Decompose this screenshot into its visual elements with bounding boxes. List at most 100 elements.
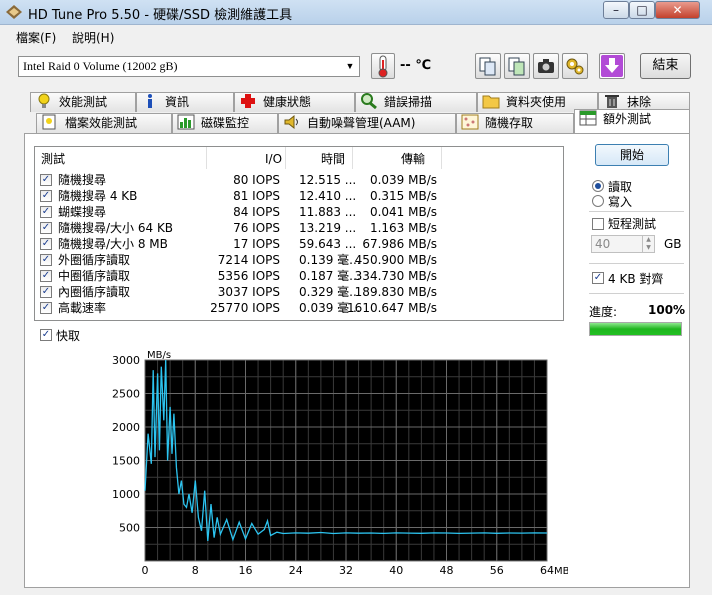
- menu-file[interactable]: 檔案(F): [16, 29, 56, 46]
- short-test-size-value: 40: [595, 237, 611, 251]
- x-tick-label: 16: [239, 564, 253, 577]
- table-icon: [579, 110, 597, 126]
- checkmark-icon: ✓: [40, 329, 52, 341]
- y-tick-label: 1000: [112, 488, 140, 501]
- table-row[interactable]: ✓ 隨機搜尋/大小 8 MB 17 IOPS 59.643 ... 67.986 MB/…: [35, 236, 563, 252]
- cell-time: 13.219 ...: [299, 221, 357, 235]
- tab-random-access[interactable]: 隨機存取: [456, 113, 574, 133]
- table-row[interactable]: ✓ 外圈循序讀取 7214 IOPS 0.139 毫... 450.900 MB/s: [35, 252, 563, 268]
- tab-label: 磁碟監控: [201, 116, 250, 130]
- copy-icon: [479, 57, 496, 76]
- spin-arrows-icon[interactable]: ▲ ▼: [642, 236, 654, 252]
- row-checkbox[interactable]: ✓: [40, 302, 52, 314]
- cell-io: 3037 IOPS: [217, 285, 280, 299]
- row-checkbox[interactable]: ✓: [40, 190, 52, 202]
- progress-label: 進度:: [589, 305, 618, 319]
- options-button[interactable]: [562, 53, 588, 79]
- tab-label: 錯誤掃描: [384, 95, 433, 109]
- tab-label: 資訊: [165, 95, 190, 109]
- row-checkbox[interactable]: ✓: [40, 174, 52, 186]
- cell-io: 17 IOPS: [233, 237, 280, 251]
- short-test-size-input[interactable]: 40 ▲ ▼: [591, 235, 655, 253]
- short-test-unit: GB: [664, 237, 682, 251]
- copy-green-icon: [508, 57, 525, 76]
- row-checkbox[interactable]: ✓: [40, 206, 52, 218]
- tab-extra-tests[interactable]: 額外測試: [574, 109, 690, 133]
- table-row[interactable]: ✓ 蝴蝶搜尋 84 IOPS 11.883 ... 0.041 MB/s: [35, 204, 563, 220]
- row-checkbox[interactable]: ✓: [40, 270, 52, 282]
- cell-io: 81 IOPS: [233, 189, 280, 203]
- tab-benchmark[interactable]: 效能測試: [30, 92, 136, 112]
- cell-time: 12.515 ...: [299, 173, 357, 187]
- x-tick-label: 40: [389, 564, 403, 577]
- table-row[interactable]: ✓ 隨機搜尋 80 IOPS 12.515 ... 0.039 MB/s: [35, 172, 563, 188]
- menu-help[interactable]: 說明(H): [72, 29, 114, 46]
- window-title: HD Tune Pro 5.50 - 硬碟/SSD 檢測維護工具: [28, 8, 293, 23]
- cell-time: 0.139 毫...: [299, 253, 361, 267]
- exit-button[interactable]: 結束: [640, 53, 691, 79]
- copy-info-button[interactable]: [475, 53, 501, 79]
- tab-aam[interactable]: 自動噪聲管理(AAM): [278, 113, 456, 133]
- row-checkbox[interactable]: ✓: [40, 222, 52, 234]
- cell-test-name: 隨機搜尋: [58, 173, 107, 187]
- align-4kb-checkbox[interactable]: ✓: [592, 272, 604, 284]
- column-divider: [206, 147, 207, 169]
- progress-value: 100%: [648, 303, 686, 317]
- maximize-button[interactable]: □: [629, 1, 655, 19]
- table-row[interactable]: ✓ 內圈循序讀取 3037 IOPS 0.329 毫... 189.830 MB/s: [35, 284, 563, 300]
- cell-time: 12.410 ...: [299, 189, 357, 203]
- cell-test-name: 高載速率: [58, 301, 107, 315]
- column-header-io[interactable]: I/O: [265, 149, 282, 169]
- read-radio[interactable]: [592, 180, 604, 192]
- y-tick-label: 2500: [112, 388, 140, 401]
- cell-transfer: 189.830 MB/s: [354, 285, 437, 299]
- y-tick-label: 500: [119, 522, 140, 535]
- divider: [589, 211, 684, 212]
- gears-icon: [566, 58, 584, 75]
- tab-health[interactable]: 健康狀態: [234, 92, 355, 112]
- screenshot-button[interactable]: [533, 53, 559, 79]
- cell-time: 11.883 ...: [299, 205, 357, 219]
- drive-select[interactable]: Intel Raid 0 Volume (12002 gB) ▼: [18, 56, 360, 77]
- tab-label: 抹除: [627, 95, 652, 109]
- temperature-readout: -- ℃: [400, 58, 432, 73]
- cell-transfer: 0.039 MB/s: [369, 173, 437, 187]
- tab-error-scan[interactable]: 錯誤掃描: [355, 92, 477, 112]
- cell-transfer: 0.041 MB/s: [369, 205, 437, 219]
- cell-io: 7214 IOPS: [217, 253, 280, 267]
- copy-all-button[interactable]: [504, 53, 530, 79]
- row-checkbox[interactable]: ✓: [40, 238, 52, 250]
- start-button[interactable]: 開始: [595, 144, 669, 166]
- row-checkbox[interactable]: ✓: [40, 286, 52, 298]
- tab-disk-monitor[interactable]: 磁碟監控: [172, 113, 278, 133]
- save-button[interactable]: [599, 53, 625, 79]
- temperature-button[interactable]: [371, 53, 395, 79]
- write-radio[interactable]: [592, 195, 604, 207]
- column-header-test[interactable]: 測試: [41, 149, 65, 169]
- magnifier-icon: [361, 93, 377, 109]
- drive-select-value: Intel Raid 0 Volume (12002 gB): [23, 59, 178, 73]
- tab-file-benchmark[interactable]: 檔案效能測試: [36, 113, 172, 133]
- cell-transfer: 1610.647 MB/s: [347, 301, 437, 315]
- table-row[interactable]: ✓ 高載速率 25770 IOPS 0.039 毫... 1610.647 MB/s: [35, 300, 563, 316]
- column-header-time[interactable]: 時間: [321, 149, 345, 169]
- x-tick-label: 24: [289, 564, 303, 577]
- cell-transfer: 0.315 MB/s: [369, 189, 437, 203]
- minimize-button[interactable]: –: [603, 1, 629, 19]
- cell-test-name: 中圈循序讀取: [58, 269, 131, 283]
- table-row[interactable]: ✓ 中圈循序讀取 5356 IOPS 0.187 毫... 334.730 MB/s: [35, 268, 563, 284]
- title-bar[interactable]: HD Tune Pro 5.50 - 硬碟/SSD 檢測維護工具 – □ ✕: [0, 0, 712, 25]
- table-row[interactable]: ✓ 隨機搜尋/大小 64 KB 76 IOPS 13.219 ... 1.163 MB/…: [35, 220, 563, 236]
- short-test-checkbox[interactable]: [592, 218, 604, 230]
- tab-label: 健康狀態: [263, 95, 312, 109]
- cell-test-name: 隨機搜尋 4 KB: [58, 189, 138, 203]
- divider: [589, 263, 684, 264]
- lightbulb-icon: [38, 93, 50, 108]
- row-checkbox[interactable]: ✓: [40, 254, 52, 266]
- tab-info[interactable]: 資訊: [136, 92, 234, 112]
- cell-test-name: 外圈循序讀取: [58, 253, 131, 267]
- column-header-transfer[interactable]: 傳輸: [401, 149, 425, 169]
- info-icon: [148, 94, 152, 108]
- close-button[interactable]: ✕: [655, 1, 700, 19]
- table-row[interactable]: ✓ 隨機搜尋 4 KB 81 IOPS 12.410 ... 0.315 MB/s: [35, 188, 563, 204]
